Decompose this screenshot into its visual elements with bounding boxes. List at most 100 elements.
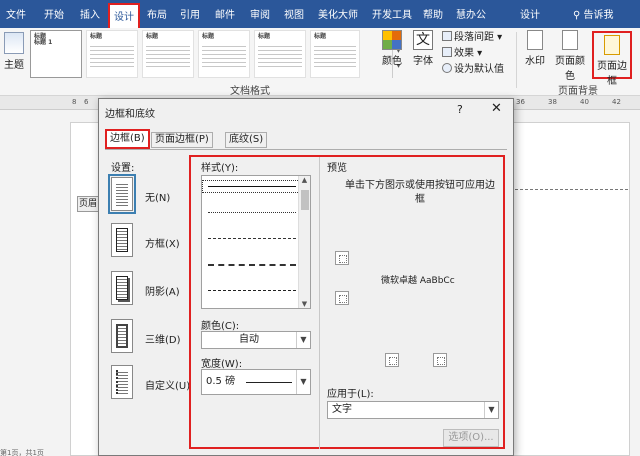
thumb-title: 标题 xyxy=(202,33,215,40)
width-value: 0.5 磅 xyxy=(206,376,236,387)
apply-to-label: 应用于(L): xyxy=(327,389,374,400)
tell-me[interactable]: ⚲ 告诉我 xyxy=(573,6,614,21)
chevron-down-icon: ▼ xyxy=(484,402,498,418)
line-style-dash-small[interactable] xyxy=(208,238,296,239)
thumb-title: 标题 xyxy=(90,33,103,40)
tab-mailings[interactable]: 邮件 xyxy=(215,6,235,21)
thumb-title: 标题 xyxy=(258,33,271,40)
line-style-solid[interactable] xyxy=(202,180,302,193)
tab-borders[interactable]: 边框(B) xyxy=(105,129,150,149)
border-box-icon xyxy=(111,223,133,257)
chevron-down-icon: ▼ xyxy=(296,332,310,348)
preview-hint: 单击下方图示或使用按钮可应用边框 xyxy=(345,180,495,205)
effects-button[interactable]: 效果 ▾ xyxy=(442,46,504,62)
tab-layout[interactable]: 布局 xyxy=(147,6,167,21)
page-color-button[interactable]: 页面颜色 xyxy=(551,30,589,82)
tab-context-design[interactable]: 设计 xyxy=(520,6,540,21)
left-border-button[interactable] xyxy=(385,353,399,367)
ruler-tick: 8 xyxy=(72,98,77,106)
tab-help[interactable]: 帮助 xyxy=(423,6,443,21)
bottom-border-button[interactable] xyxy=(335,291,349,305)
fonts-button[interactable]: 文 字体 xyxy=(410,30,436,67)
tab-references[interactable]: 引用 xyxy=(180,6,200,21)
scroll-down-icon[interactable]: ▼ xyxy=(299,300,310,308)
options-button[interactable]: 选项(O)... xyxy=(443,429,499,447)
setting-3d[interactable]: 三维(D) xyxy=(111,319,191,355)
header-tag[interactable]: 页眉 xyxy=(77,196,99,212)
width-dropdown[interactable]: 0.5 磅 ▼ xyxy=(201,369,311,395)
close-button[interactable]: ✕ xyxy=(491,101,502,116)
setting-box-label: 方框(X) xyxy=(145,239,180,250)
style-list-scrollbar[interactable]: ▲ ▼ xyxy=(298,176,310,308)
paragraph-spacing-button[interactable]: 段落间距 ▾ xyxy=(442,30,504,46)
tab-home[interactable]: 开始 xyxy=(44,6,64,21)
effects-icon xyxy=(442,47,452,57)
paragraph-spacing-label: 段落间距 xyxy=(454,32,494,43)
style-thumb[interactable]: 标题 xyxy=(198,30,250,78)
style-set-gallery: 标题 标题 1 标题 标题 标题 标题 标题 ▲ ▼ ▾ xyxy=(30,30,401,80)
paragraph-spacing-icon xyxy=(442,31,452,41)
setting-none-label: 无(N) xyxy=(145,193,171,204)
status-bar-page: 第1页，共1页 xyxy=(0,449,44,456)
border-none-glyph xyxy=(116,182,128,206)
border-none-icon xyxy=(108,174,136,214)
ribbon-body: 主题 标题 标题 1 标题 标题 标题 标题 标题 ▲ ▼ ▾ xyxy=(0,28,640,97)
preview-label: 预览 xyxy=(327,163,347,174)
right-border-button[interactable] xyxy=(433,353,447,367)
border-3d-icon xyxy=(111,319,133,353)
thumb-lines xyxy=(258,43,302,67)
style-thumb[interactable]: 标题 xyxy=(310,30,360,78)
style-thumb[interactable]: 标题 xyxy=(142,30,194,78)
palette-icon xyxy=(382,30,402,50)
style-thumb[interactable]: 标题 xyxy=(254,30,306,78)
watermark-button[interactable]: 水印 xyxy=(522,30,548,67)
page-borders-button[interactable]: 页面边框 xyxy=(592,31,632,87)
tab-shading[interactable]: 底纹(S) xyxy=(225,132,268,148)
tab-panel-border xyxy=(105,149,507,150)
setting-box[interactable]: 方框(X) xyxy=(111,223,191,259)
page-color-label: 页面颜色 xyxy=(555,56,585,82)
line-style-list[interactable]: ▲ ▼ xyxy=(201,175,311,309)
line-style-dotted[interactable] xyxy=(208,212,296,213)
group-label-document-format: 文档格式 xyxy=(230,86,270,97)
style-label: 样式(Y): xyxy=(201,163,239,174)
width-label: 宽度(W): xyxy=(201,359,243,370)
format-options: 段落间距 ▾ 效果 ▾ 设为默认值 xyxy=(442,30,504,78)
tab-file[interactable]: 文件 xyxy=(6,6,26,21)
thumb-lines xyxy=(314,43,356,67)
scroll-up-icon[interactable]: ▲ xyxy=(299,176,310,184)
tab-huibangong[interactable]: 慧办公 xyxy=(456,6,486,21)
width-line-sample xyxy=(246,382,292,383)
help-button[interactable]: ? xyxy=(457,103,463,116)
line-style-dash-dot[interactable] xyxy=(208,290,296,291)
tab-design[interactable]: 设计 xyxy=(108,3,140,28)
set-default-label: 设为默认值 xyxy=(454,64,504,75)
line-style-dashed[interactable] xyxy=(208,264,296,266)
tab-review[interactable]: 审阅 xyxy=(250,6,270,21)
themes-button[interactable]: 主题 xyxy=(2,32,26,71)
apply-to-dropdown[interactable]: 文字 ▼ xyxy=(327,401,499,419)
setting-none[interactable]: 无(N) xyxy=(108,174,191,214)
style-thumb[interactable]: 标题 标题 1 xyxy=(30,30,82,78)
ribbon-tab-bar: 文件 开始 插入 设计 布局 引用 邮件 审阅 视图 美化大师 开发工具 帮助 … xyxy=(0,0,640,28)
ribbon-separator xyxy=(516,32,517,88)
settings-label: 设置: xyxy=(111,163,135,174)
preview-divider xyxy=(319,157,320,449)
check-circle-icon xyxy=(442,63,452,73)
tab-developer[interactable]: 开发工具 xyxy=(372,6,412,21)
setting-shadow[interactable]: 阴影(A) xyxy=(111,271,191,307)
lightbulb-icon: ⚲ xyxy=(573,10,581,21)
tab-page-border[interactable]: 页面边框(P) xyxy=(151,132,213,148)
color-dropdown[interactable]: 自动 ▼ xyxy=(201,331,311,349)
colors-button[interactable]: 颜色 xyxy=(380,30,404,67)
tell-me-label: 告诉我 xyxy=(583,10,614,21)
tab-insert[interactable]: 插入 xyxy=(80,6,100,21)
setting-custom[interactable]: 自定义(U) xyxy=(111,365,191,401)
top-border-button[interactable] xyxy=(335,251,349,265)
style-thumb[interactable]: 标题 xyxy=(86,30,138,78)
scroll-thumb[interactable] xyxy=(301,190,309,210)
tab-beautify-master[interactable]: 美化大师 xyxy=(318,6,358,21)
fonts-icon: 文 xyxy=(413,30,433,50)
set-default-button[interactable]: 设为默认值 xyxy=(442,62,504,78)
tab-view[interactable]: 视图 xyxy=(284,6,304,21)
